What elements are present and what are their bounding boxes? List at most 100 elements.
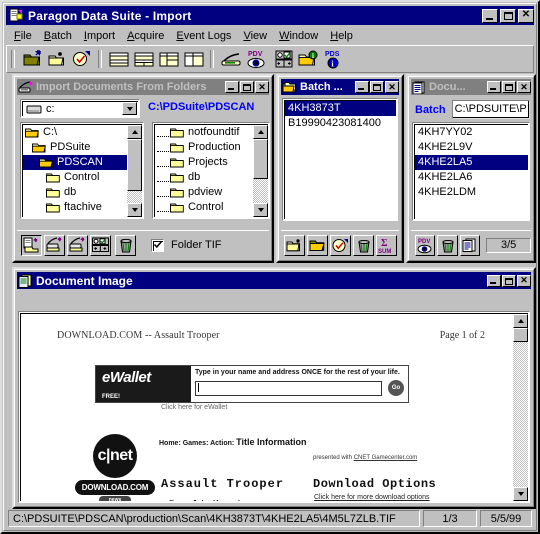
document-image-minimize-button[interactable]	[487, 274, 501, 287]
folder-list-item[interactable]: pdview	[155, 185, 253, 200]
pds-info-icon[interactable]: PDS i	[322, 48, 348, 70]
page-scroll-up[interactable]	[513, 314, 528, 328]
verify-batch-button[interactable]	[330, 234, 351, 256]
menu-item-window[interactable]: Window	[273, 29, 324, 43]
tile-vertical-icon[interactable]	[182, 48, 205, 70]
documents-maximize-button[interactable]	[502, 81, 516, 93]
page-scrollbar[interactable]	[513, 314, 528, 501]
folder-tree-item[interactable]: Control	[23, 170, 127, 185]
batch-window-title-bar[interactable]: Batch ... ✕	[281, 79, 399, 95]
open-batch-button[interactable]	[307, 234, 328, 256]
menu-item-file[interactable]: File	[8, 29, 38, 43]
folder-tif-checkbox[interactable]	[151, 238, 164, 252]
folder-tree[interactable]: C:\ PDSuite PDSCAN Control db ftachive Fulltex…	[20, 122, 144, 219]
page-scroll-down[interactable]	[513, 487, 528, 501]
pdv-eye-icon[interactable]: PDV	[244, 48, 270, 70]
import-close-button[interactable]: ✕	[255, 81, 269, 93]
drive-combo-arrow-icon[interactable]	[122, 102, 137, 115]
folder-list-rows[interactable]: notfoundtif Production Projects db pdview Con…	[155, 125, 253, 217]
folder-tree-rows[interactable]: C:\ PDSuite PDSCAN Control db ftachive Fulltex…	[23, 125, 127, 217]
documents-list-rows[interactable]: 4KH7YY02 4KHE2L9V 4KHE2LA5 4KHE2LA6 4KHE2LDM	[415, 125, 528, 200]
import-minimize-button[interactable]	[225, 81, 239, 93]
folder-tree-item[interactable]: C:\	[23, 125, 127, 140]
documents-list-item[interactable]: 4KHE2LDM	[415, 185, 528, 200]
folder-list-item[interactable]: Projects	[155, 155, 253, 170]
menu-item-help[interactable]: Help	[324, 29, 359, 43]
import-folder-batch-button[interactable]	[67, 234, 88, 256]
page-presented-link[interactable]: CNET Gamecenter.com	[354, 455, 418, 461]
documents-list[interactable]: 4KH7YY02 4KHE2L9V 4KHE2LA5 4KHE2LA6 4KHE2LDM	[412, 122, 530, 221]
batch-list-rows[interactable]: 4KH3873T B19990423081400	[285, 101, 396, 131]
sum-batch-button[interactable]: Σ SUM	[376, 234, 397, 256]
folder-list-item[interactable]: db	[155, 170, 253, 185]
folder-tree-item[interactable]: ftachive	[23, 200, 127, 215]
batch-close-button[interactable]: ✕	[385, 81, 399, 93]
folder-list-scroll-down[interactable]	[253, 203, 268, 217]
folder-tree-scroll-up[interactable]	[127, 125, 142, 139]
documents-list-item[interactable]: 4KHE2LA6	[415, 170, 528, 185]
folder-tree-item[interactable]: PDSuite	[23, 140, 127, 155]
import-documents-window[interactable]: Import Documents From Folders ✕ c: C:\PD	[12, 74, 274, 263]
folder-tree-scroll-thumb[interactable]	[127, 139, 142, 191]
folder-list-item[interactable]: Production	[155, 140, 253, 155]
batch-list-item[interactable]: 4KH3873T	[285, 101, 396, 116]
folder-list-item[interactable]: Control	[155, 200, 253, 215]
properties-icon[interactable]	[272, 48, 295, 70]
batch-maximize-button[interactable]	[370, 81, 384, 93]
menu-item-batch[interactable]: Batch	[38, 29, 78, 43]
folder-list-scroll-thumb[interactable]	[253, 139, 268, 179]
new-batch-button[interactable]	[284, 234, 305, 256]
tile-grid-icon[interactable]	[132, 48, 155, 70]
import-batch-button[interactable]	[44, 234, 65, 256]
tile-horizontal-icon[interactable]	[107, 48, 130, 70]
delete-button[interactable]	[115, 234, 136, 256]
documents-list-item[interactable]: 4KH7YY02	[415, 125, 528, 140]
folder-info-icon[interactable]: i	[297, 48, 320, 70]
documents-minimize-button[interactable]	[487, 81, 501, 93]
documents-list-item[interactable]: 4KHE2LA5	[415, 155, 528, 170]
ewallet-banner[interactable]: eWallet FREE! Type in your name and addr…	[95, 365, 409, 403]
delete-document-button[interactable]	[437, 234, 458, 256]
new-folder-icon[interactable]	[45, 48, 68, 70]
scanner-icon[interactable]	[219, 48, 242, 70]
folder-tree-scrollbar[interactable]	[127, 125, 142, 217]
import-maximize-button[interactable]	[240, 81, 254, 93]
import-document-button[interactable]	[21, 234, 42, 256]
documents-list-item[interactable]: 4KHE2L9V	[415, 140, 528, 155]
folder-list-item[interactable]: Sampletifs	[155, 215, 253, 217]
folder-list-scrollbar[interactable]	[253, 125, 268, 217]
folder-check-icon[interactable]	[70, 48, 93, 70]
import-options-button[interactable]	[90, 234, 111, 256]
document-image-title-bar[interactable]: Document Image ✕	[17, 272, 531, 289]
document-image-window[interactable]: Document Image ✕ DOWNLOAD.COM -- Assault…	[12, 267, 536, 509]
documents-window-title-bar[interactable]: Docu... ✕	[411, 79, 531, 95]
main-title-bar[interactable]: Paragon Data Suite - Import ✕	[6, 6, 534, 25]
folder-list[interactable]: notfoundtif Production Projects db pdview Con…	[152, 122, 270, 219]
folder-tree-item[interactable]: db	[23, 185, 127, 200]
folder-tree-item[interactable]: PDSCAN	[23, 155, 127, 170]
documents-close-button[interactable]: ✕	[517, 81, 531, 93]
batch-path-input[interactable]: C:\PDSUITE\P	[451, 100, 530, 119]
document-image-maximize-button[interactable]	[502, 274, 516, 287]
document-image-close-button[interactable]: ✕	[517, 274, 531, 287]
document-image-viewport[interactable]: DOWNLOAD.COM -- Assault Trooper Page 1 o…	[18, 311, 530, 503]
maximize-button[interactable]	[500, 8, 516, 23]
documents-window[interactable]: Docu... ✕ Batch C:\PDSUITE\P 4KH7YY02 4KH…	[406, 74, 536, 263]
pdv-view-button[interactable]: PDV	[415, 234, 436, 256]
batch-minimize-button[interactable]	[355, 81, 369, 93]
batch-list[interactable]: 4KH3873T B19990423081400	[282, 98, 398, 221]
batch-window[interactable]: Batch ... ✕ 4KH3873T B19990423081400 Σ S…	[276, 74, 404, 263]
drive-combo[interactable]: c:	[20, 99, 140, 118]
ewallet-caption[interactable]: Click here for eWallet	[161, 404, 227, 411]
batch-list-item[interactable]: B19990423081400	[285, 116, 396, 131]
menu-item-event-logs[interactable]: Event Logs	[170, 29, 237, 43]
folder-list-scroll-up[interactable]	[253, 125, 268, 139]
menu-item-import[interactable]: Import	[78, 29, 121, 43]
menu-item-acquire[interactable]: Acquire	[121, 29, 170, 43]
page-scroll-thumb[interactable]	[513, 328, 528, 342]
ewallet-input[interactable]	[195, 381, 382, 396]
folder-tree-item[interactable]: Fulltext	[23, 215, 127, 217]
page-download-options-link[interactable]: Click here for more download options	[314, 494, 430, 501]
delete-batch-button[interactable]	[353, 234, 374, 256]
folder-list-item[interactable]: notfoundtif	[155, 125, 253, 140]
